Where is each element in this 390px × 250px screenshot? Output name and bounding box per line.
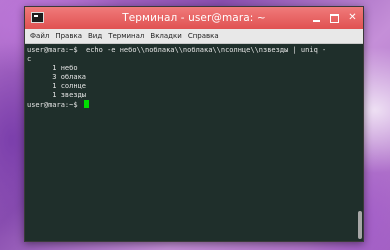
terminal-output-line: 1 солнце — [27, 82, 87, 90]
terminal-app-icon — [31, 12, 44, 23]
window-controls: ✕ — [310, 12, 359, 24]
maximize-icon[interactable] — [328, 12, 341, 24]
menu-item-help[interactable]: Справка — [185, 32, 222, 40]
terminal-output-line: 1 звезды — [27, 91, 87, 99]
minimize-icon[interactable] — [310, 12, 323, 24]
terminal-scrollbar[interactable] — [357, 44, 363, 241]
terminal-output-line: 1 небо — [27, 64, 78, 72]
scrollbar-thumb[interactable] — [358, 211, 362, 239]
terminal-output-line: 3 облака — [27, 73, 87, 81]
window-title: Терминал - user@mara: ~ — [122, 12, 266, 24]
terminal-prompt: user@mara:~$ — [27, 101, 82, 109]
close-icon[interactable]: ✕ — [346, 12, 359, 24]
menu-item-tabs[interactable]: Вкладки — [147, 32, 184, 40]
terminal-cursor — [83, 100, 89, 108]
menu-item-file[interactable]: Файл — [27, 32, 52, 40]
window-titlebar[interactable]: Терминал - user@mara: ~ ✕ — [25, 7, 363, 29]
terminal-output-area[interactable]: user@mara:~$ echo -e небо\\nоблака\\nобл… — [25, 44, 363, 241]
menu-item-edit[interactable]: Правка — [52, 32, 85, 40]
menu-item-view[interactable]: Вид — [85, 32, 105, 40]
terminal-prompt-line: user@mara:~$ — [27, 100, 363, 110]
menu-bar: Файл Правка Вид Терминал Вкладки Справка — [25, 29, 363, 44]
terminal-command-wrap: c — [27, 55, 32, 63]
terminal-command-line: user@mara:~$ echo -e небо\\nоблака\\nобл… — [27, 46, 327, 54]
terminal-window: Терминал - user@mara: ~ ✕ Файл Правка Ви… — [24, 6, 364, 242]
menu-item-terminal[interactable]: Терминал — [105, 32, 147, 40]
